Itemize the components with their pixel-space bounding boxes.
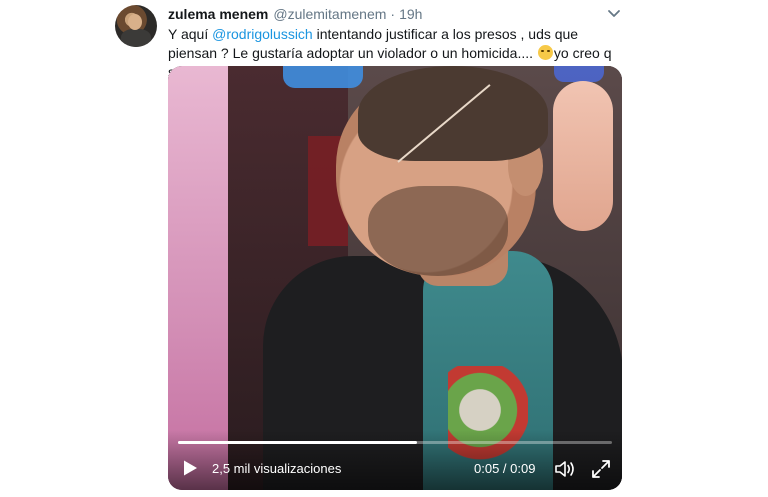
tweet-header: zulema menem @zulemitamenem · 19h	[168, 6, 422, 24]
progress-fill	[178, 441, 417, 444]
play-icon[interactable]	[181, 459, 199, 477]
progress-bar[interactable]	[178, 441, 612, 444]
fullscreen-icon[interactable]	[591, 459, 611, 479]
timecode: 0:05 / 0:09	[474, 461, 536, 476]
display-name[interactable]: zulema menem	[168, 6, 268, 22]
video-player[interactable]: 2,5 mil visualizaciones 0:05 / 0:09	[168, 66, 622, 490]
timestamp[interactable]: 19h	[399, 6, 422, 22]
view-count: 2,5 mil visualizaciones	[212, 461, 342, 476]
separator: ·	[390, 6, 396, 22]
volume-icon[interactable]	[554, 460, 576, 478]
avatar[interactable]	[115, 5, 157, 47]
user-handle[interactable]: @zulemitamenem	[273, 6, 386, 22]
mention-link[interactable]: @rodrigolussich	[212, 26, 313, 42]
upside-down-face-emoji-icon	[537, 45, 553, 60]
chevron-down-icon[interactable]	[607, 8, 621, 20]
tweet: zulema menem @zulemitamenem · 19h Y aquí…	[0, 0, 768, 497]
